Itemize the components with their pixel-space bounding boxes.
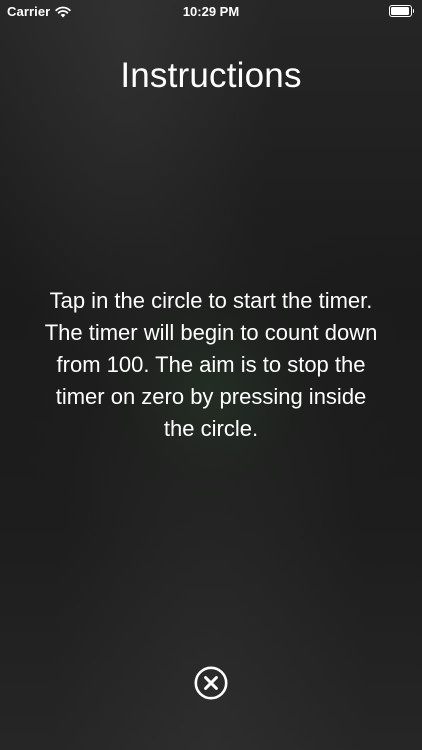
battery-icon — [389, 5, 414, 17]
page-title: Instructions — [120, 56, 302, 95]
battery-fill — [391, 7, 409, 15]
status-time: 10:29 PM — [182, 4, 240, 19]
status-bar: Carrier 10:29 PM — [0, 0, 422, 22]
battery-tip — [412, 9, 414, 13]
close-circle-icon — [194, 666, 228, 700]
instructions-text: Tap in the circle to start the timer. Th… — [44, 288, 378, 441]
close-button[interactable] — [194, 666, 228, 700]
